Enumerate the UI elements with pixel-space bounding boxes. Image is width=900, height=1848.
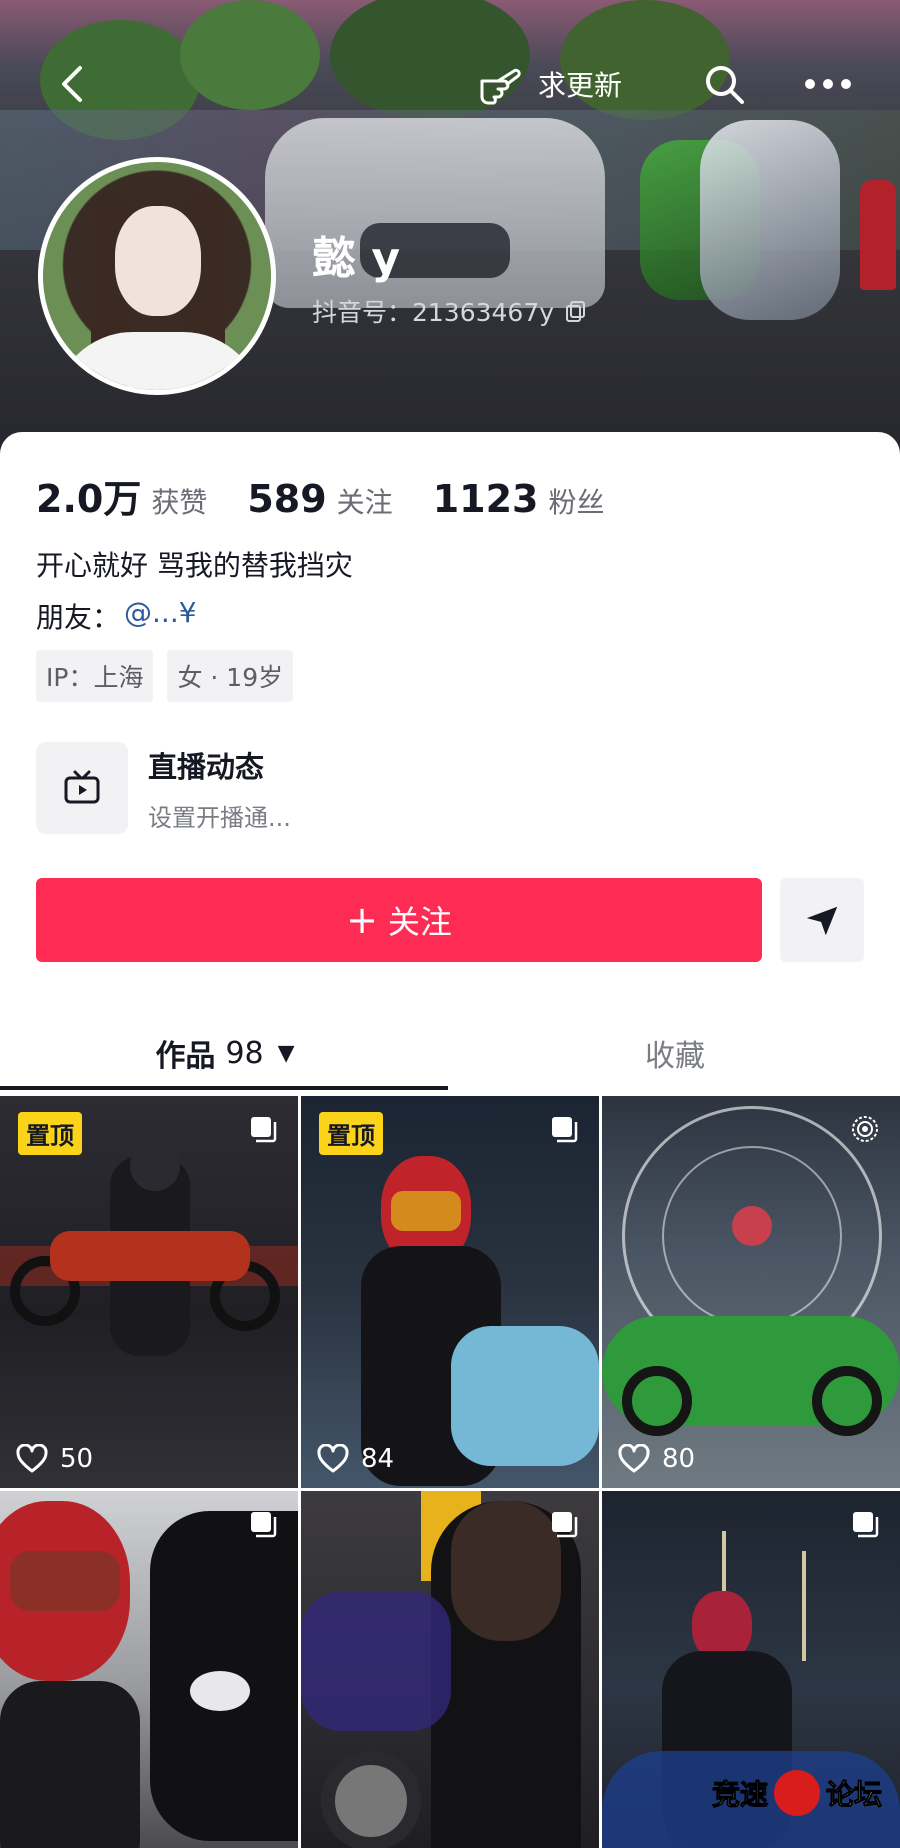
tab-favorites[interactable]: 收藏 [450, 998, 900, 1108]
like-count: 84 [317, 1444, 394, 1474]
heart-icon [16, 1444, 48, 1473]
stat-following[interactable]: 589 关注 [247, 477, 392, 521]
stat-value: 1123 [432, 477, 539, 521]
like-count: 50 [16, 1444, 93, 1474]
live-icon-box [36, 742, 128, 834]
avatar[interactable] [38, 157, 276, 395]
live-photo-icon [852, 1116, 878, 1142]
stat-label: 关注 [336, 486, 393, 519]
tags-row: IP：上海 女 · 19岁 [36, 650, 307, 702]
top-bar: 求更新 [0, 40, 900, 130]
multi-image-icon [251, 1512, 277, 1538]
watermark-mascot-icon [774, 1770, 821, 1816]
tab-works-count: 98 [225, 1035, 264, 1071]
live-activity-entry[interactable]: 直播动态 设置开播通... [36, 742, 291, 834]
search-icon [706, 66, 744, 104]
more-options-button[interactable] [800, 64, 856, 104]
share-button[interactable] [780, 878, 864, 962]
stat-value: 589 [247, 477, 327, 521]
follow-button[interactable]: + 关注 [36, 878, 762, 962]
stat-likes[interactable]: 2.0万 获赞 [36, 468, 207, 523]
chevron-left-icon [62, 66, 82, 102]
ip-location-tag: IP：上海 [36, 650, 154, 702]
watermark-left: 竞速 [711, 1778, 769, 1812]
tab-favorites-label: 收藏 [645, 1039, 705, 1074]
video-thumbnail[interactable] [301, 1491, 599, 1848]
bio-text: 开心就好 骂我的替我挡灾 [36, 549, 353, 582]
stats-row: 2.0万 获赞 589 关注 1123 粉丝 [36, 468, 644, 523]
content-tabs: 作品 98 ▼ 收藏 [0, 998, 900, 1108]
request-update-button[interactable]: 求更新 [478, 60, 622, 108]
multi-image-icon [552, 1512, 578, 1538]
like-count-value: 80 [662, 1444, 696, 1474]
active-tab-indicator [0, 1086, 448, 1090]
pointing-hand-icon [480, 68, 521, 105]
plus-icon: + [346, 898, 378, 942]
friends-row: 朋友： @...¥ [36, 596, 197, 636]
video-thumbnail[interactable]: 80 [602, 1096, 900, 1488]
tab-works[interactable]: 作品 98 ▼ [0, 998, 450, 1108]
multi-image-icon [552, 1117, 578, 1143]
friends-label: 朋友： [36, 601, 121, 634]
copy-icon[interactable] [564, 299, 588, 323]
like-count-value: 84 [361, 1444, 395, 1474]
forum-watermark: 竞速 论坛 [711, 1770, 883, 1816]
more-dots-icon [805, 79, 851, 89]
tab-works-label: 作品 [155, 1039, 216, 1074]
douyin-id: 抖音号：21363467y [312, 298, 555, 327]
search-button[interactable] [702, 62, 746, 106]
douyin-id-row: 抖音号：21363467y [312, 293, 588, 329]
video-thumbnail[interactable]: 置顶 50 [0, 1096, 298, 1488]
like-count-value: 50 [60, 1444, 94, 1474]
like-count: 80 [618, 1444, 695, 1474]
live-title: 直播动态 [148, 749, 265, 784]
stat-label: 粉丝 [548, 486, 605, 519]
live-subtitle: 设置开播通... [148, 803, 291, 832]
heart-icon [618, 1444, 650, 1473]
request-update-label: 求更新 [538, 69, 623, 102]
friend-mention-link[interactable]: @...¥ [124, 596, 197, 636]
profile-card: 2.0万 获赞 589 关注 1123 粉丝 开心就好 骂我的替我挡灾 朋友： … [0, 432, 900, 1848]
caret-down-icon: ▼ [277, 1040, 295, 1066]
follow-label: 关注 [387, 903, 452, 941]
multi-image-icon [853, 1512, 879, 1538]
multi-image-icon [251, 1117, 277, 1143]
back-button[interactable] [52, 62, 92, 106]
heart-icon [317, 1444, 349, 1473]
stat-followers[interactable]: 1123 粉丝 [433, 477, 605, 521]
gender-age-tag: 女 · 19岁 [167, 650, 294, 702]
video-thumbnail[interactable] [0, 1491, 298, 1848]
pinned-badge: 置顶 [319, 1112, 383, 1155]
username: 懿 y [312, 233, 400, 284]
pinned-badge: 置顶 [18, 1112, 82, 1155]
tv-icon [64, 770, 100, 804]
watermark-right: 论坛 [826, 1778, 883, 1812]
video-thumbnail[interactable]: 置顶 84 [301, 1096, 599, 1488]
stat-value: 2.0万 [36, 477, 142, 521]
stat-label: 获赞 [151, 486, 208, 519]
send-icon [806, 906, 838, 936]
